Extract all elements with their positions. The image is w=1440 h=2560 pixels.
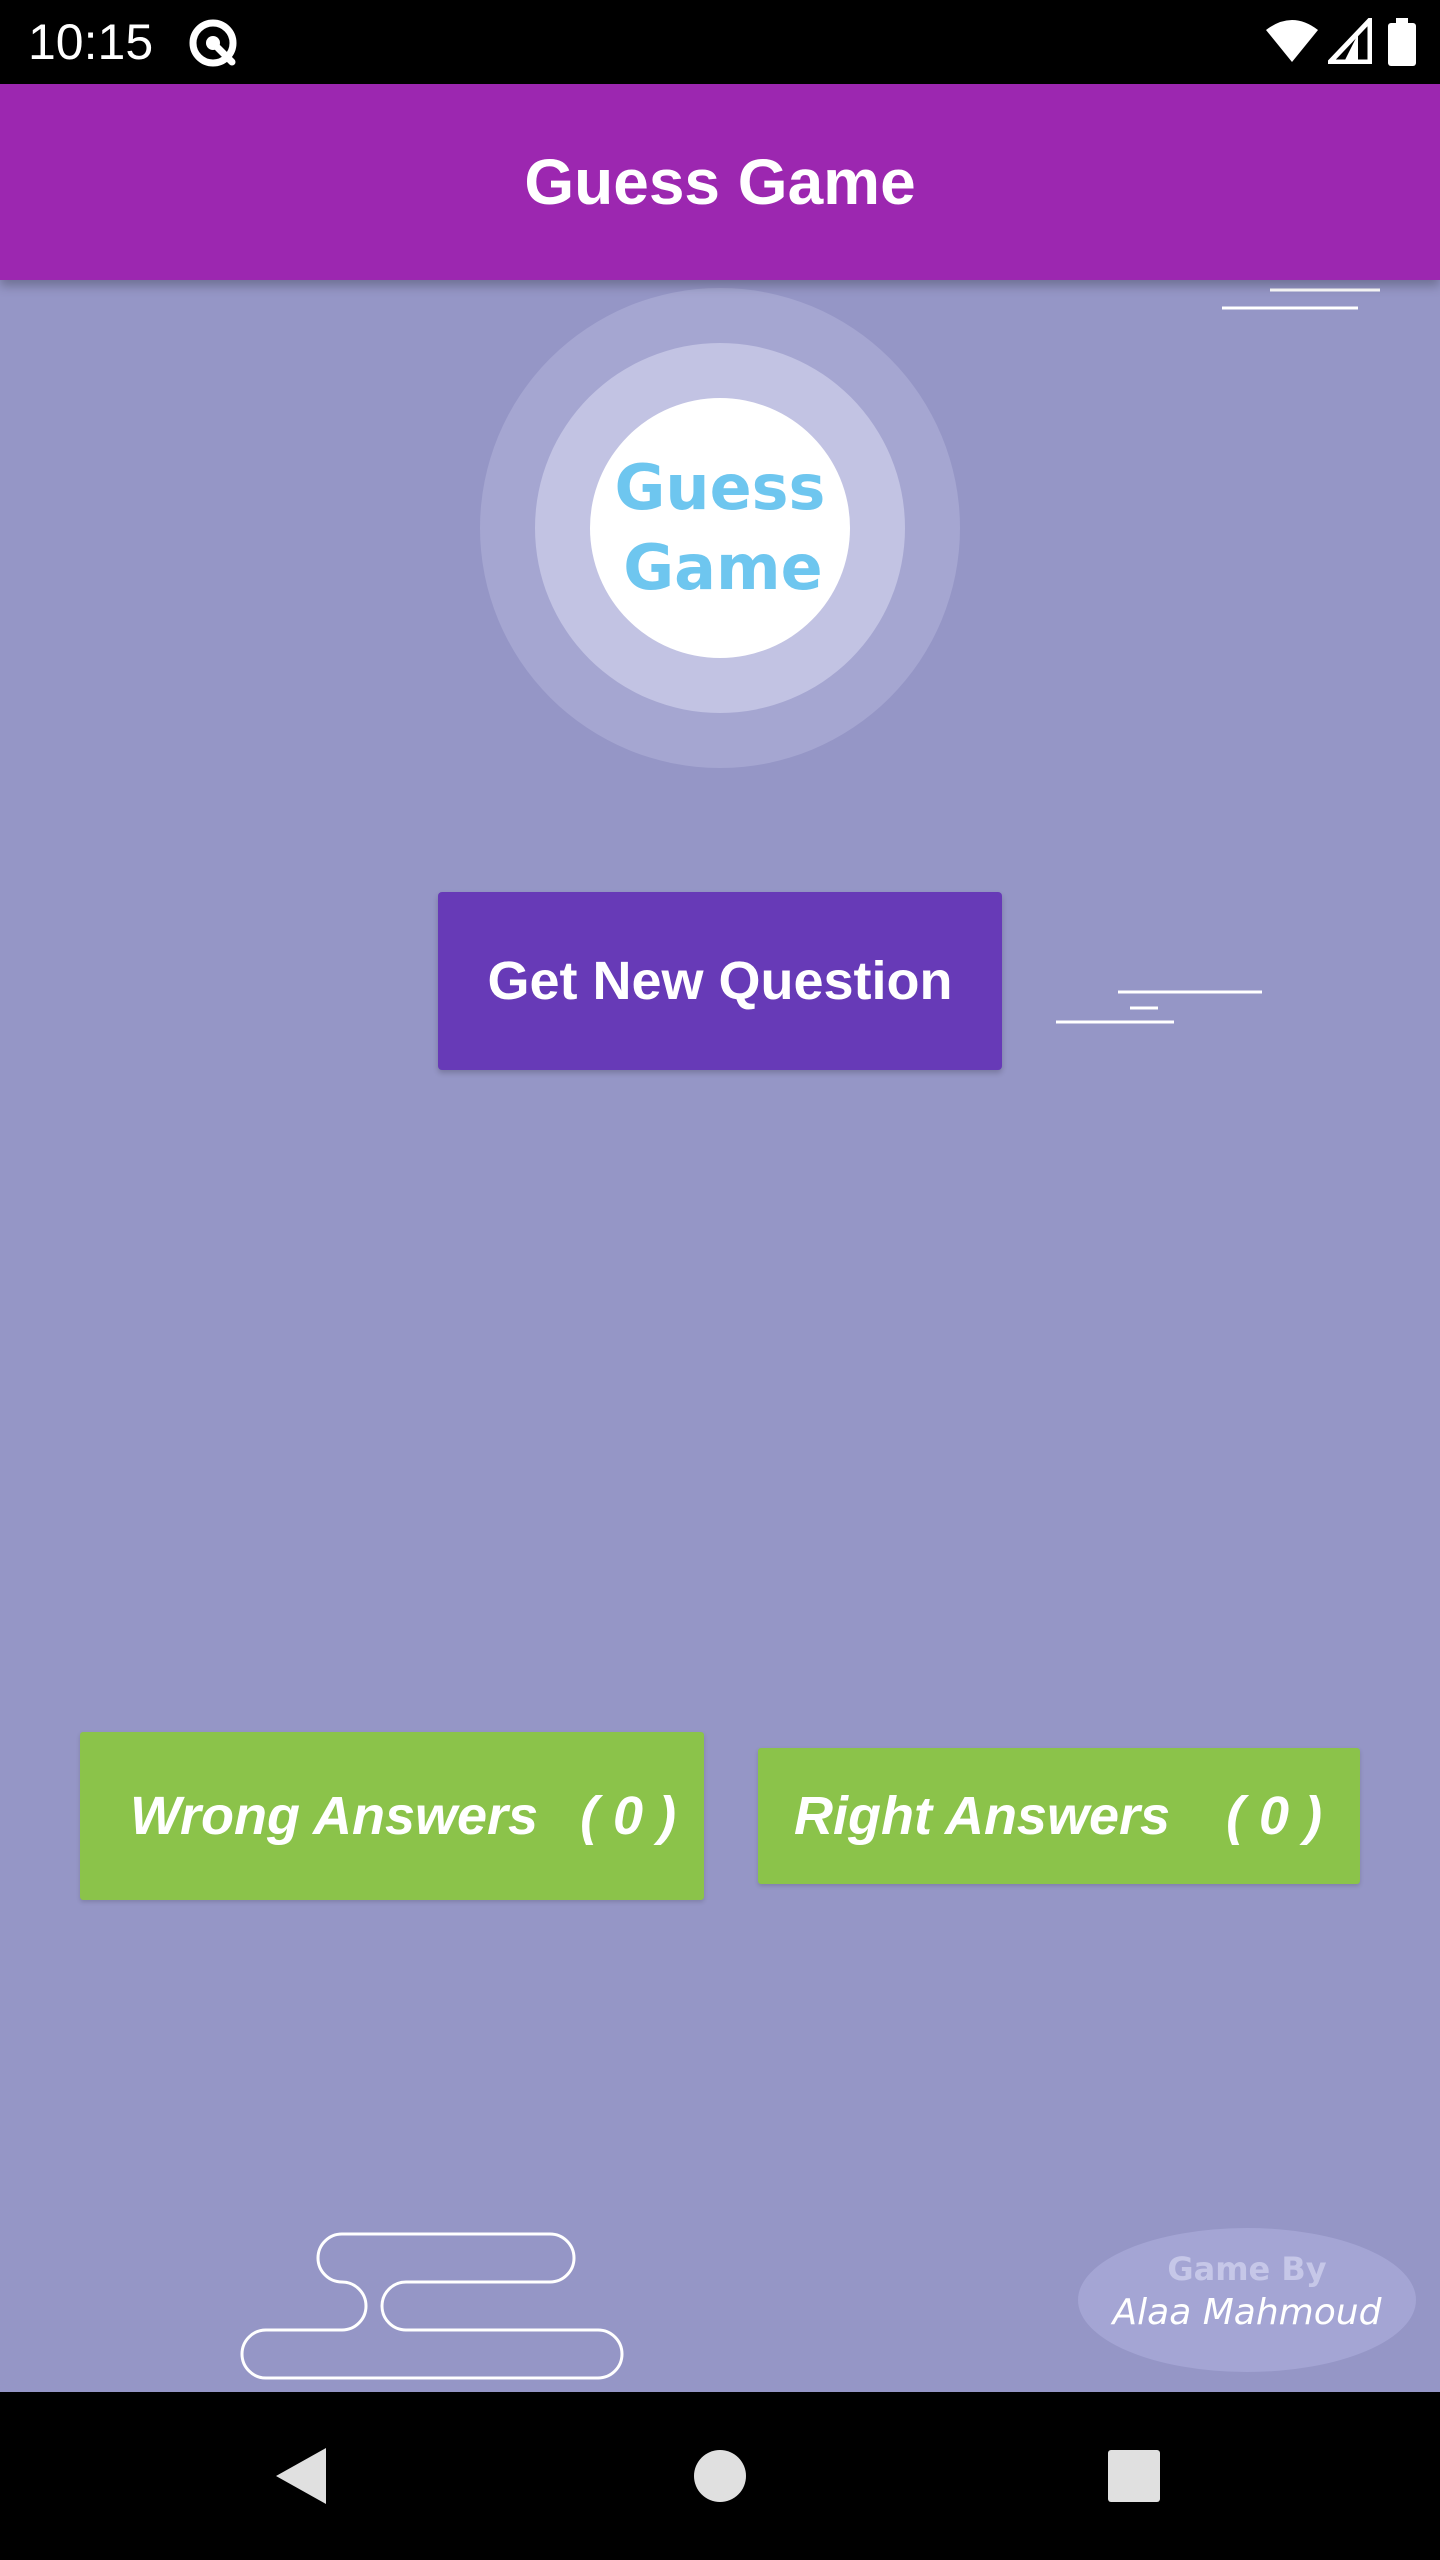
wrong-answers-counter: Wrong Answers ( 0 ) xyxy=(80,1732,704,1900)
right-answers-label: Right Answers xyxy=(794,1786,1171,1846)
recents-icon[interactable] xyxy=(1092,2434,1176,2518)
wrong-answers-count: ( 0 ) xyxy=(580,1786,677,1846)
app-bar: Guess Game xyxy=(0,84,1440,280)
logo-line-1: Guess xyxy=(614,451,826,524)
status-bar: 10:15 xyxy=(0,0,1440,84)
back-icon[interactable] xyxy=(258,2434,342,2518)
wrong-answers-label: Wrong Answers xyxy=(130,1786,539,1846)
decorative-lines xyxy=(1222,288,1380,310)
logo-line-2: Game xyxy=(623,531,823,604)
main-content: Guess Game Get New Question Wrong Answer… xyxy=(0,280,1440,2392)
status-time: 10:15 xyxy=(28,14,154,70)
credit-label: Game By xyxy=(1167,2250,1327,2288)
decorative-lines xyxy=(1056,990,1262,1024)
logo: Guess Game xyxy=(590,448,850,608)
credit-author: Alaa Mahmoud xyxy=(1112,2292,1382,2333)
decorative-cloud xyxy=(240,2232,624,2380)
app-title: Guess Game xyxy=(524,146,916,218)
battery-icon xyxy=(1388,18,1416,66)
home-icon[interactable] xyxy=(678,2434,762,2518)
wifi-icon xyxy=(1266,20,1318,62)
at-sign-icon xyxy=(189,19,237,67)
right-answers-count: ( 0 ) xyxy=(1226,1786,1323,1846)
navigation-bar xyxy=(0,2392,1440,2560)
get-new-question-button[interactable]: Get New Question xyxy=(438,892,1002,1070)
credit-badge: Game By Alaa Mahmoud xyxy=(1078,2228,1416,2372)
right-answers-counter: Right Answers ( 0 ) xyxy=(758,1748,1360,1884)
signal-icon xyxy=(1328,18,1372,64)
